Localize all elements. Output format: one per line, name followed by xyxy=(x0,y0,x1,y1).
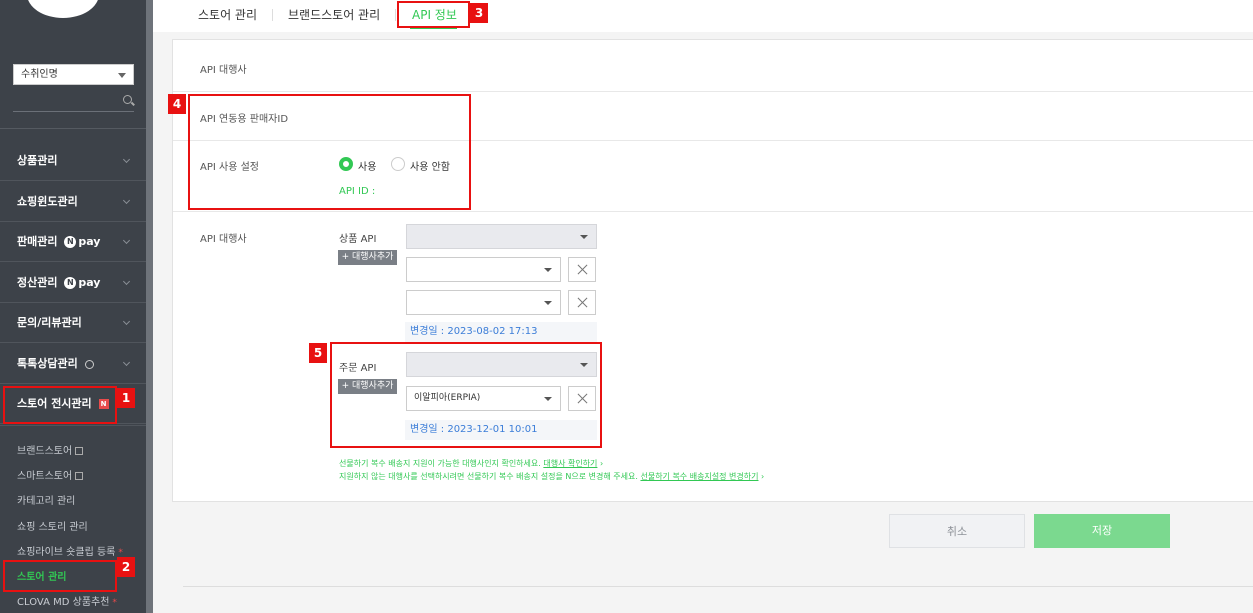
sidebar-item-products[interactable]: 상품관리 xyxy=(0,141,146,181)
check-agency-link[interactable]: 대행사 확인하기 xyxy=(543,459,597,468)
sidebar-subitem-label: 쇼핑 스토리 관리 xyxy=(17,522,88,533)
save-button[interactable]: 저장 xyxy=(1034,514,1170,548)
sidebar-subitem-label: CLOVA MD 상품추천 xyxy=(17,597,110,608)
product-api-select-2[interactable] xyxy=(406,290,561,315)
sidebar-subitem-clova-md[interactable]: CLOVA MD 상품추천 * xyxy=(17,593,117,608)
npay-text: pay xyxy=(78,276,101,289)
annotation-number-1: 1 xyxy=(117,388,135,408)
naver-n-icon: N xyxy=(64,236,77,248)
product-changed-date: 변경일 : 2023-08-02 17:13 xyxy=(405,322,597,342)
sidebar-subitem-brand-store[interactable]: 브랜드스토어 xyxy=(17,442,84,457)
chevron-down-icon xyxy=(122,155,131,164)
sidebar-subitem-label: 스마트스토어 xyxy=(17,471,73,482)
note-change-setting: 지원하지 않는 대행사를 선택하시려면 선물하기 복수 배송지 설정을 N으로 … xyxy=(339,472,765,481)
chevron-down-icon xyxy=(580,235,588,239)
sidebar-item-sales[interactable]: 판매관리 Npay xyxy=(0,222,146,262)
annotation-box-5 xyxy=(330,342,602,448)
tab-bar: 스토어 관리 브랜드스토어 관리 API 정보 xyxy=(153,0,1253,32)
search-icon[interactable] xyxy=(123,95,132,104)
close-icon[interactable] xyxy=(568,257,596,282)
product-api-select-main[interactable] xyxy=(406,224,597,249)
product-add-agency-button[interactable]: + 대행사추가 xyxy=(338,250,397,265)
sidebar-item-label: 정산관리 xyxy=(17,276,58,289)
annotation-number-2: 2 xyxy=(117,557,135,577)
sidebar-subitem-smart-store[interactable]: 스마트스토어 xyxy=(17,467,84,482)
annotation-number-4: 4 xyxy=(168,94,186,114)
sidebar-item-shopping-window[interactable]: 쇼핑윈도관리 xyxy=(0,182,146,222)
sidebar-item-label: 상품관리 xyxy=(17,154,58,167)
sidebar-subitem-label: 카테고리 관리 xyxy=(17,496,76,507)
sidebar-item-label: 톡톡상담관리 xyxy=(17,357,78,370)
tab-divider xyxy=(395,9,396,21)
row-divider xyxy=(173,211,1253,212)
note-text: 지원하지 않는 대행사를 선택하시려면 선물하기 복수 배송지 설정을 N으로 … xyxy=(339,472,638,481)
chevron-down-icon xyxy=(544,268,552,272)
cancel-button[interactable]: 취소 xyxy=(889,514,1025,548)
divider xyxy=(0,128,146,129)
sidebar-subitem-label: 쇼핑라이브 숏클립 등록 xyxy=(17,547,116,558)
naver-n-icon: N xyxy=(64,277,77,289)
annotation-box-3 xyxy=(397,1,470,28)
sidebar-item-settlement[interactable]: 정산관리 Npay xyxy=(0,263,146,303)
sidebar-item-talktalk[interactable]: 톡톡상담관리 xyxy=(0,344,146,384)
npay-badge: Npay xyxy=(64,222,100,262)
row-divider xyxy=(173,91,1253,92)
api-agency-label: API 대행사 xyxy=(200,65,247,76)
external-link-icon xyxy=(75,472,84,480)
sidebar: 수취인명 상품관리 쇼핑윈도관리 판매관리 Npay 정산관리 Npay 문의/… xyxy=(0,0,146,613)
product-api-select-1[interactable] xyxy=(406,257,561,282)
required-star: * xyxy=(112,598,117,608)
store-select-value: 수취인명 xyxy=(21,69,58,80)
sidebar-subitem-shopping-story[interactable]: 쇼핑 스토리 관리 xyxy=(17,518,88,533)
note-text: 선물하기 복수 배송지 지원이 가능한 대행사인지 확인하세요. xyxy=(339,459,541,468)
sidebar-subitem-live-shortclip[interactable]: 쇼핑라이브 숏클립 등록 * xyxy=(17,543,123,558)
annotation-box-2 xyxy=(3,560,117,592)
sidebar-item-label: 판매관리 xyxy=(17,235,58,248)
annotation-box-1 xyxy=(3,386,117,424)
annotation-number-3: 3 xyxy=(470,3,488,23)
sidebar-item-label: 문의/리뷰관리 xyxy=(17,316,82,329)
chevron-down-icon xyxy=(118,73,126,78)
sidebar-item-label: 쇼핑윈도관리 xyxy=(17,195,78,208)
tab-brand-store-manage[interactable]: 브랜드스토어 관리 xyxy=(288,6,380,23)
chat-icon xyxy=(84,359,94,369)
product-api-label: 상품 API xyxy=(339,234,377,245)
sidebar-subitem-label: 브랜드스토어 xyxy=(17,446,73,457)
tab-divider xyxy=(272,9,273,21)
api-agency-section-label: API 대행사 xyxy=(200,234,247,245)
change-gift-setting-link[interactable]: 선물하기 복수 배송지설정 변경하기 xyxy=(640,472,758,481)
divider xyxy=(183,586,1253,587)
avatar[interactable] xyxy=(27,0,99,18)
chevron-down-icon xyxy=(122,358,131,367)
close-icon[interactable] xyxy=(568,290,596,315)
chevron-down-icon xyxy=(122,277,131,286)
annotation-number-5: 5 xyxy=(309,343,327,363)
tab-store-manage[interactable]: 스토어 관리 xyxy=(198,6,257,23)
sidebar-item-inquiry-review[interactable]: 문의/리뷰관리 xyxy=(0,303,146,343)
external-link-icon xyxy=(75,447,84,455)
chevron-down-icon xyxy=(544,301,552,305)
note-check-agency: 선물하기 복수 배송지 지원이 가능한 대행사인지 확인하세요. 대행사 확인하… xyxy=(339,459,604,468)
chevron-down-icon xyxy=(122,317,131,326)
chevron-down-icon xyxy=(122,196,131,205)
chevron-down-icon xyxy=(122,236,131,245)
sidebar-search-input[interactable] xyxy=(13,92,134,112)
annotation-box-4 xyxy=(188,94,471,210)
sidebar-subitem-category[interactable]: 카테고리 관리 xyxy=(17,492,75,507)
sidebar-scrollbar[interactable] xyxy=(146,0,153,613)
npay-badge: Npay xyxy=(64,263,100,303)
store-select[interactable]: 수취인명 xyxy=(13,64,134,85)
npay-text: pay xyxy=(78,235,101,248)
